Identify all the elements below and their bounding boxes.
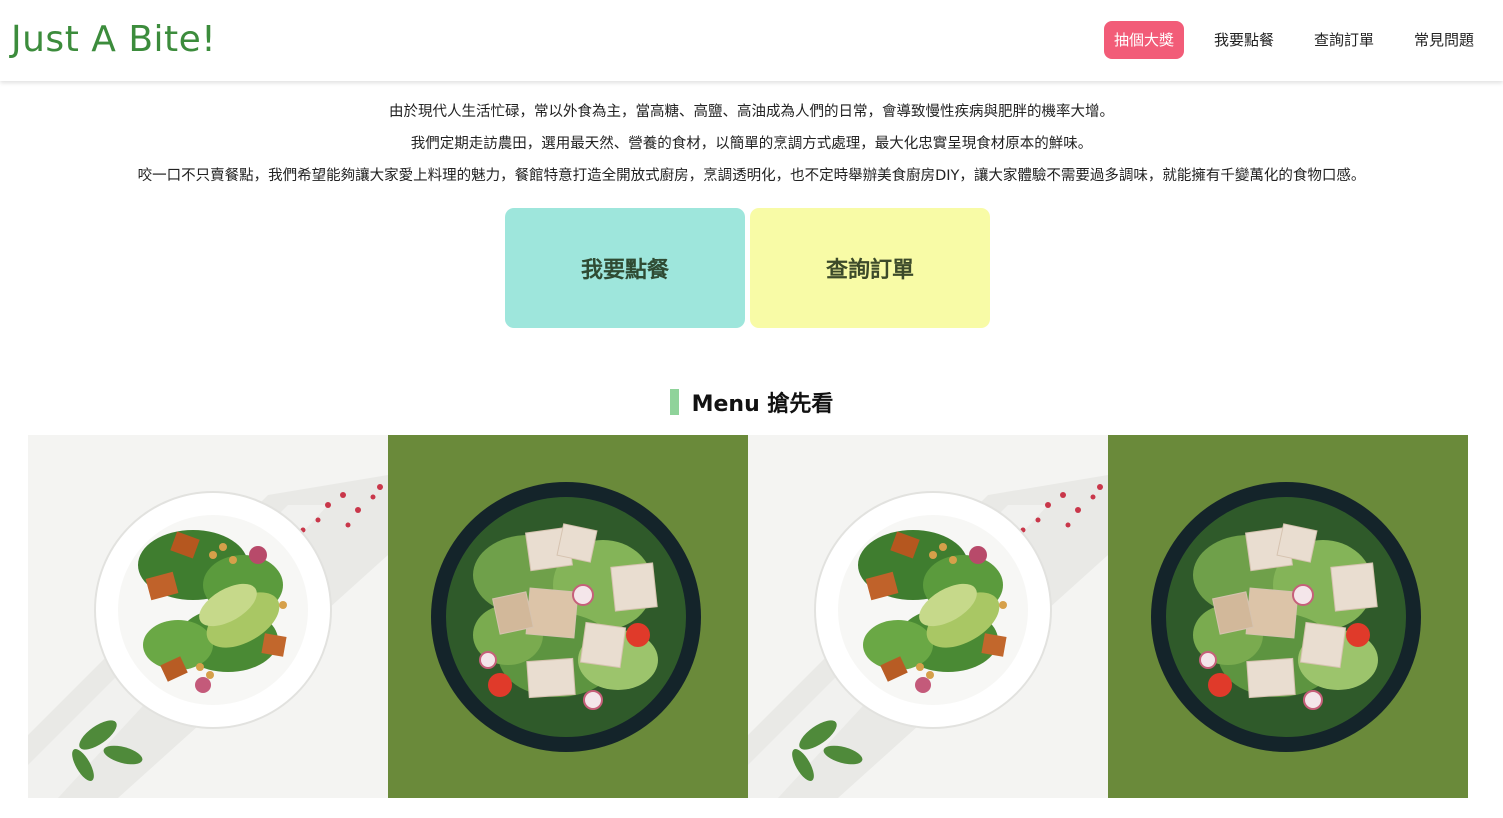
intro-text: 由於現代人生活忙碌，常以外食為主，當高糖、高鹽、高油成為人們的日常，會導致慢性疾… [0,96,1503,192]
menu-gallery [28,435,1468,798]
nav-item-lottery[interactable]: 抽個大獎 [1103,21,1184,59]
nav-item-faq[interactable]: 常見問題 [1404,21,1484,59]
site-logo[interactable]: Just A Bite! [11,18,216,62]
main-nav: 抽個大獎 我要點餐 查詢訂單 常見問題 [1103,21,1503,59]
order-button[interactable]: 我要點餐 [505,208,745,328]
intro-line: 咬一口不只賣餐點，我們希望能夠讓大家愛上料理的魅力，餐館特意打造全開放式廚房，烹… [137,168,1366,184]
query-order-button[interactable]: 查詢訂單 [750,208,990,328]
menu-photo-salad-dark-bowl[interactable] [1108,435,1468,798]
menu-photo-salad-dark-bowl[interactable] [388,435,748,798]
menu-heading: Menu 搶先看 [0,384,1503,420]
menu-heading-accent [669,389,679,415]
nav-item-order[interactable]: 我要點餐 [1204,21,1284,59]
intro-line: 由於現代人生活忙碌，常以外食為主，當高糖、高鹽、高油成為人們的日常，會導致慢性疾… [389,104,1114,120]
menu-heading-text: Menu 搶先看 [691,392,834,417]
menu-photo-salad-white-bowl[interactable] [748,435,1108,798]
nav-item-query-order[interactable]: 查詢訂單 [1304,21,1384,59]
site-header: Just A Bite! 抽個大獎 我要點餐 查詢訂單 常見問題 [0,0,1503,81]
menu-photo-salad-white-bowl[interactable] [28,435,388,798]
intro-line: 我們定期走訪農田，選用最天然、營養的食材，以簡單的烹調方式處理，最大化忠實呈現食… [410,136,1093,152]
